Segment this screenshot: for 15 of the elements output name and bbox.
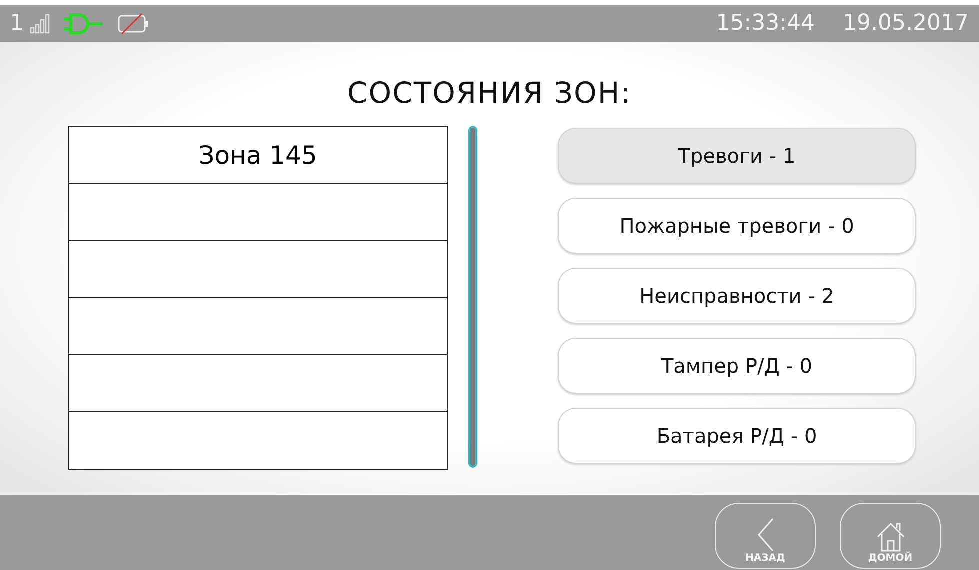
scrollbar[interactable] bbox=[468, 126, 478, 468]
signal-icon bbox=[30, 14, 52, 34]
home-icon bbox=[876, 522, 906, 552]
category-button[interactable]: Неисправности - 2 bbox=[558, 268, 916, 324]
zone-name[interactable]: Зона 145 bbox=[198, 140, 318, 170]
category-button[interactable]: Тампер Р/Д - 0 bbox=[558, 338, 916, 394]
plug-icon bbox=[64, 12, 104, 34]
screen-title: СОСТОЯНИЯ ЗОН: bbox=[348, 76, 632, 110]
clock-time: 15:33:44 bbox=[716, 11, 816, 36]
date: 19.05.2017 bbox=[843, 11, 969, 36]
sim-number: 1 bbox=[10, 11, 24, 36]
back-icon bbox=[756, 518, 774, 552]
category-button[interactable]: Батарея Р/Д - 0 bbox=[558, 408, 916, 464]
category-button[interactable]: Пожарные тревоги - 0 bbox=[558, 198, 916, 254]
category-button[interactable]: Тревоги - 1 bbox=[558, 128, 916, 184]
